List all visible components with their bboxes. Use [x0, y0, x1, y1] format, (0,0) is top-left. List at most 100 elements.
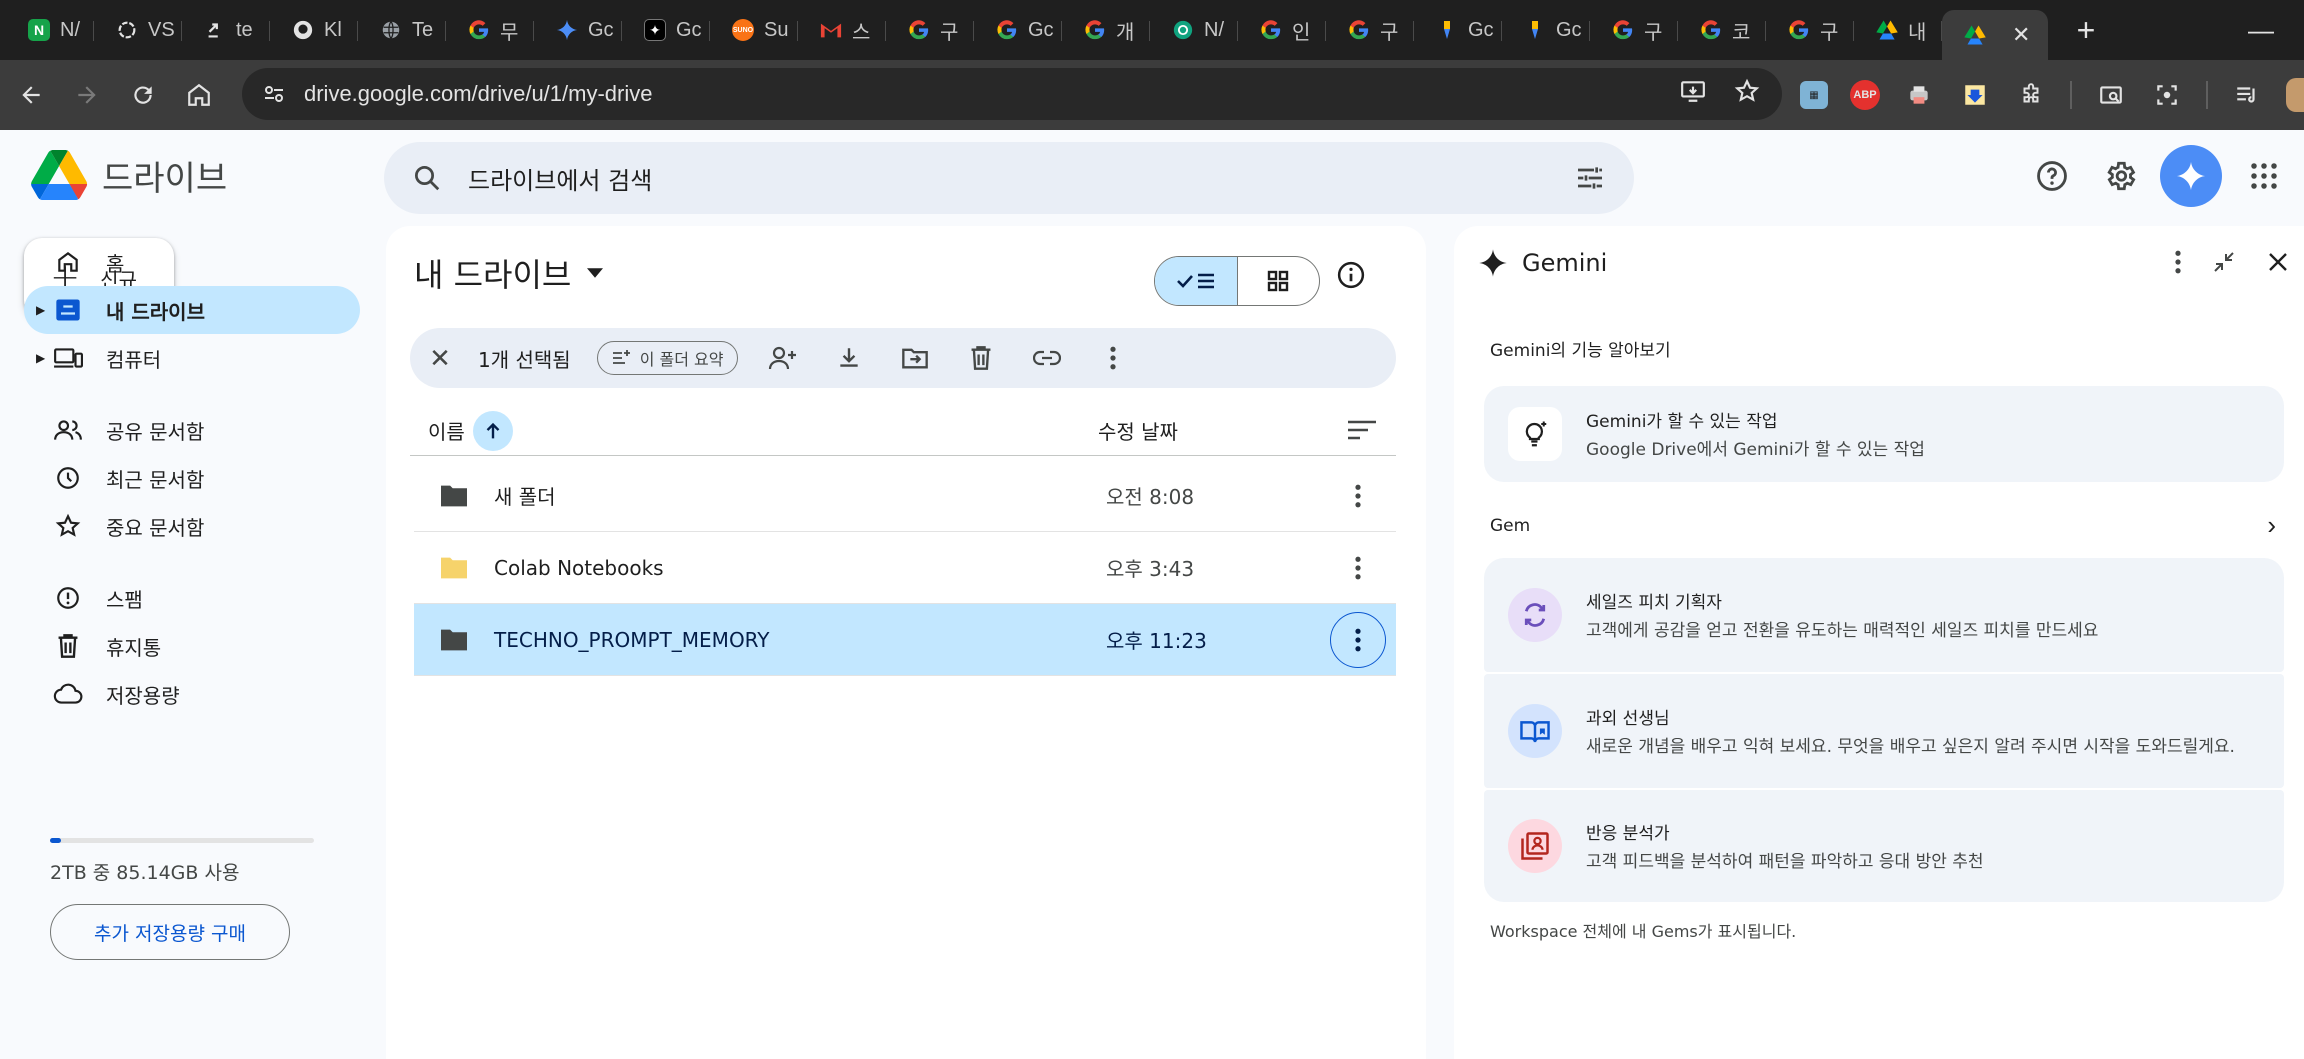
close-tab-icon[interactable]: ✕: [2012, 22, 2030, 48]
forward-icon[interactable]: [62, 70, 112, 120]
browser-tab[interactable]: ✦ Gc: [622, 7, 710, 53]
more-vert-icon[interactable]: [1330, 540, 1386, 596]
sidebar-item[interactable]: 중요 문서함: [24, 502, 360, 550]
browser-tab[interactable]: 인: [1238, 7, 1326, 53]
browser-tab[interactable]: Gc: [1414, 7, 1502, 53]
browser-tab[interactable]: 구: [1326, 7, 1414, 53]
sidebar-item[interactable]: ▶ 컴퓨터: [24, 334, 360, 382]
expand-caret-icon[interactable]: ▶: [36, 303, 45, 317]
page-title[interactable]: 내 드라이브: [414, 250, 604, 296]
sidebar-item[interactable]: 스팸: [24, 574, 360, 622]
search-input[interactable]: 드라이브에서 검색: [468, 161, 652, 196]
gem-card[interactable]: 반응 분석가 고객 피드백을 분석하여 패턴을 파악하고 응대 방안 추천: [1484, 790, 2284, 902]
sidebar-item[interactable]: ▶ 내 드라이브: [24, 286, 360, 334]
browser-tab[interactable]: 구: [1590, 7, 1678, 53]
sidebar-item[interactable]: 휴지통: [24, 622, 360, 670]
gem-card[interactable]: 세일즈 피치 기획자 고객에게 공감을 얻고 전환을 유도하는 매력적인 세일즈 …: [1484, 558, 2284, 672]
expand-caret-icon[interactable]: ▶: [36, 351, 45, 365]
list-view-button[interactable]: [1155, 257, 1238, 305]
extension-icon[interactable]: ▦: [1800, 81, 1828, 109]
browser-tab[interactable]: 스: [798, 7, 886, 53]
profile-avatar[interactable]: [2286, 78, 2304, 112]
browser-tab[interactable]: 코: [1678, 7, 1766, 53]
apps-button[interactable]: [2236, 148, 2292, 204]
clear-selection-icon[interactable]: ✕: [424, 343, 456, 374]
gemini-capabilities-card[interactable]: Gemini가 할 수 있는 작업 Google Drive에서 Gemini가…: [1484, 386, 2284, 482]
grid-view-button[interactable]: [1238, 257, 1320, 305]
close-icon[interactable]: [2266, 250, 2290, 279]
browser-tab[interactable]: 내: [1854, 7, 1942, 53]
address-bar[interactable]: drive.google.com/drive/u/1/my-drive: [242, 68, 1782, 120]
sidebar-item[interactable]: 저장용량: [24, 670, 360, 718]
minimize-icon[interactable]: —: [2248, 15, 2274, 46]
download-extension-icon[interactable]: [1958, 78, 1992, 112]
browser-tab[interactable]: 개: [1062, 7, 1150, 53]
browser-tab[interactable]: SUNO Su: [710, 7, 798, 53]
adblock-icon[interactable]: ABP: [1850, 80, 1880, 110]
browser-tab[interactable]: N/: [1150, 7, 1238, 53]
browser-tab[interactable]: N N/: [6, 7, 94, 53]
browser-tab[interactable]: 구: [886, 7, 974, 53]
gemini-toggle-button[interactable]: [2160, 145, 2222, 207]
help-button[interactable]: [2024, 148, 2080, 204]
reading-mode-icon[interactable]: [2094, 78, 2128, 112]
browser-tab[interactable]: Gc: [1502, 7, 1590, 53]
file-row[interactable]: TECHNO_PROMPT_MEMORY 오후 11:23: [414, 604, 1396, 676]
browser-tab[interactable]: 무: [446, 7, 534, 53]
file-name[interactable]: TECHNO_PROMPT_MEMORY: [494, 628, 770, 652]
collapse-icon[interactable]: [2212, 250, 2236, 279]
buy-storage-button[interactable]: 추가 저장용량 구매: [50, 904, 290, 960]
drive-logo[interactable]: 드라이브: [30, 150, 227, 200]
share-button[interactable]: [750, 345, 816, 371]
move-button[interactable]: [882, 346, 948, 370]
media-control-icon[interactable]: [2230, 78, 2264, 112]
url-text[interactable]: drive.google.com/drive/u/1/my-drive: [304, 81, 652, 107]
delete-button[interactable]: [948, 345, 1014, 371]
back-icon[interactable]: [6, 70, 56, 120]
sort-ascending-icon[interactable]: [472, 410, 513, 451]
browser-tab-label: Gc: [1028, 18, 1054, 41]
home-browser-icon[interactable]: [174, 70, 224, 120]
gem-card[interactable]: 과외 선생님 새로운 개념을 배우고 익혀 보세요. 무엇을 배우고 싶은지 알려…: [1484, 674, 2284, 788]
browser-tab[interactable]: VS: [94, 7, 182, 53]
reload-icon[interactable]: [118, 70, 168, 120]
details-button[interactable]: [1336, 260, 1366, 295]
summarize-folder-chip[interactable]: 이 폴더 요약: [596, 341, 739, 375]
browser-tab[interactable]: 구: [1766, 7, 1854, 53]
search-icon[interactable]: [412, 163, 442, 193]
sidebar-item[interactable]: 최근 문서함: [24, 454, 360, 502]
site-settings-icon[interactable]: [262, 82, 286, 106]
browser-tab[interactable]: te: [182, 7, 270, 53]
sidebar-item[interactable]: 공유 문서함: [24, 406, 360, 454]
sidebar-item[interactable]: 홈: [24, 238, 360, 286]
browser-tab[interactable]: Te: [358, 7, 446, 53]
settings-button[interactable]: [2092, 148, 2148, 204]
more-vert-icon[interactable]: [1330, 468, 1386, 524]
install-app-icon[interactable]: [1680, 78, 1706, 111]
screenshot-icon[interactable]: [2150, 78, 2184, 112]
copy-link-button[interactable]: [1014, 349, 1080, 367]
file-row[interactable]: 새 폴더 오전 8:08: [414, 460, 1396, 532]
file-name[interactable]: Colab Notebooks: [494, 556, 664, 580]
chevron-right-icon[interactable]: ›: [2267, 510, 2276, 541]
gemini-more-icon[interactable]: [2174, 250, 2182, 279]
browser-tab[interactable]: Kl: [270, 7, 358, 53]
printer-icon[interactable]: [1902, 78, 1936, 112]
puzzle-icon[interactable]: [2014, 78, 2048, 112]
file-name[interactable]: 새 폴더: [494, 481, 556, 510]
bookmark-star-icon[interactable]: [1734, 78, 1760, 111]
search-options-icon[interactable]: [1574, 162, 1606, 194]
more-vert-icon[interactable]: [1330, 611, 1386, 668]
download-button[interactable]: [816, 345, 882, 371]
modified-column-header[interactable]: 수정 날짜: [1098, 416, 1178, 445]
more-actions-button[interactable]: [1080, 346, 1146, 370]
github-icon: [292, 19, 314, 41]
name-column-header[interactable]: 이름: [428, 410, 513, 451]
new-tab-button[interactable]: +: [2066, 12, 2106, 49]
browser-tab[interactable]: Gc: [534, 7, 622, 53]
search-bar[interactable]: 드라이브에서 검색: [384, 142, 1634, 214]
file-row[interactable]: Colab Notebooks 오후 3:43: [414, 532, 1396, 604]
sort-options-icon[interactable]: [1346, 418, 1378, 447]
browser-tab[interactable]: Gc: [974, 7, 1062, 53]
browser-tab[interactable]: ✕: [1942, 10, 2048, 60]
